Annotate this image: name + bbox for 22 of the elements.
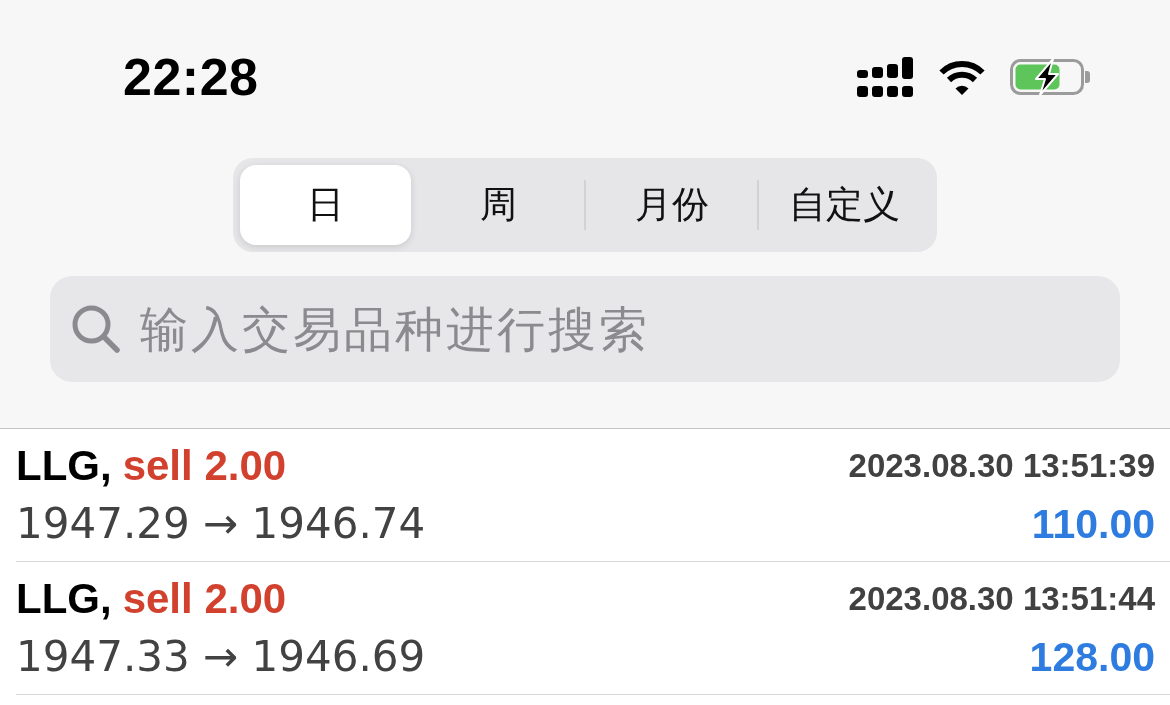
trade-row[interactable]: LLG, sell 2.00 2023.08.30 13:51:44 1947.33 → 1946.69 128.00 [16,562,1170,695]
price-change: 1947.33 → 1946.69 [16,631,426,683]
order-label: sell 2.00 [122,441,287,491]
trade-row[interactable]: LLG, sell 2.00 2023.08.30 13:51:39 1947.29 → 1946.74 110.00 [16,429,1170,562]
period-tab[interactable]: 月份 [586,165,757,245]
search-field[interactable]: 输入交易品种进行搜索 [50,276,1120,382]
profit-value: 128.00 [1029,633,1155,682]
symbol-label: LLG, [16,441,112,491]
search-icon [72,305,120,353]
wifi-icon [937,58,987,96]
price-change: 1947.29 → 1946.74 [16,498,426,550]
period-tab[interactable]: 日 [240,165,411,245]
signal-icon [857,57,913,97]
battery-charging-icon [1010,59,1090,95]
order-label: sell 2.00 [122,574,287,624]
profit-value: 110.00 [1031,500,1155,549]
trade-time: 2023.08.30 13:51:39 [848,446,1155,486]
symbol-label: LLG, [16,574,112,624]
clock-time: 22:28 [123,47,259,107]
period-tab[interactable]: 周 [413,165,584,245]
period-tab[interactable]: 自定义 [759,165,930,245]
trade-time: 2023.08.30 13:51:44 [848,579,1155,619]
